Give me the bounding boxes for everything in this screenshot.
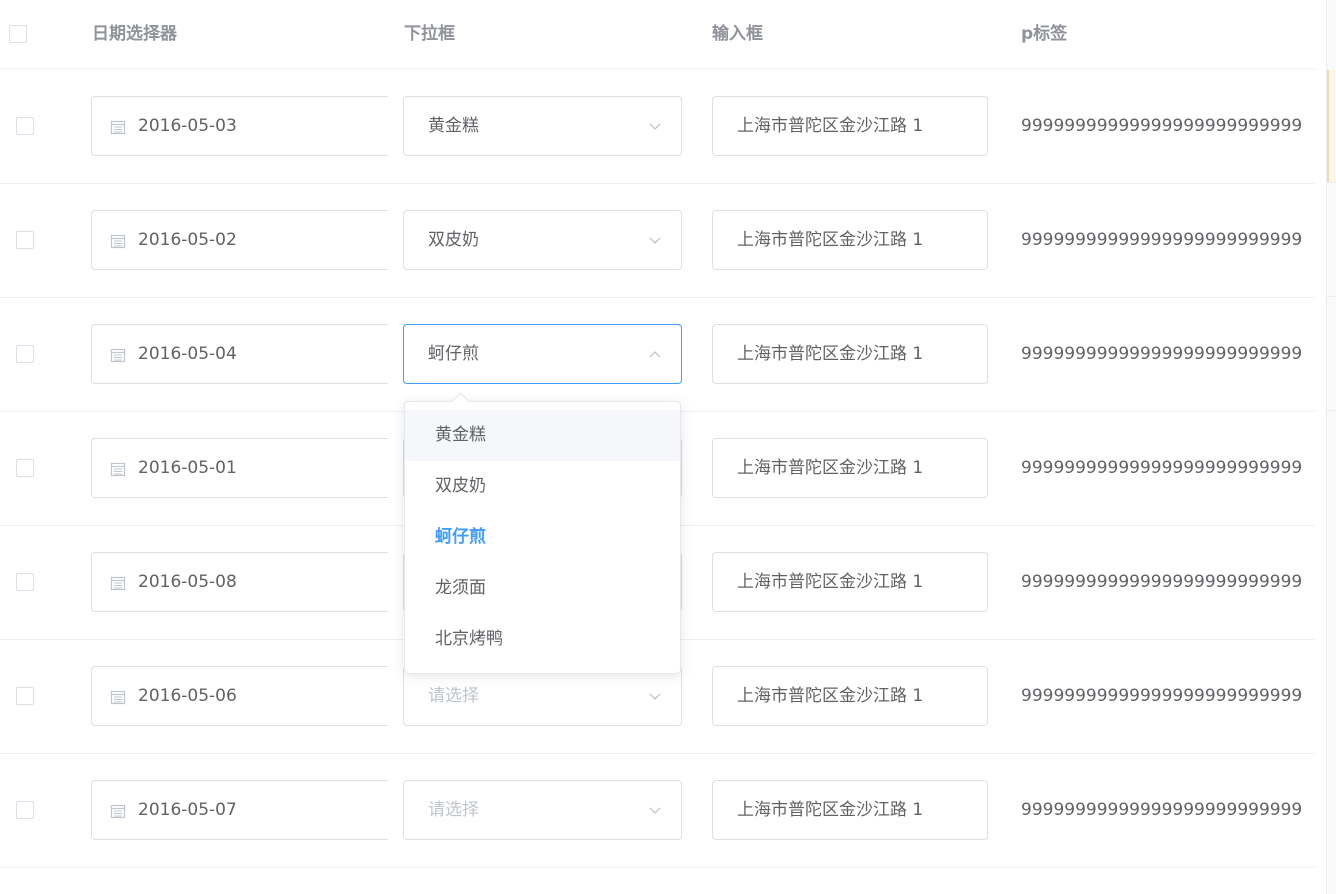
table-header: 日期选择器 下拉框 输入框 p标签	[0, 0, 1315, 69]
divider	[1327, 296, 1336, 297]
select-dropdown-menu: 黄金糕 双皮奶 蚵仔煎 龙须面 北京烤鸭	[404, 392, 681, 674]
chevron-down-icon	[649, 123, 661, 130]
dropdown-option[interactable]: 北京烤鸭	[405, 614, 680, 665]
header-input: 输入框	[712, 24, 763, 44]
dropdown-option[interactable]: 双皮奶	[405, 461, 680, 512]
calendar-icon	[110, 462, 126, 477]
date-value: 2016-05-04	[138, 344, 237, 364]
input-value: 上海市普陀区金沙江路 1	[737, 572, 924, 592]
input-value: 上海市普陀区金沙江路 1	[737, 344, 924, 364]
dropdown-select[interactable]: 双皮奶	[403, 210, 682, 270]
text-input[interactable]: 上海市普陀区金沙江路 1	[712, 210, 988, 270]
text-input[interactable]: 上海市普陀区金沙江路 1	[712, 780, 988, 840]
chevron-down-icon	[649, 807, 661, 814]
divider	[1327, 182, 1336, 183]
text-input[interactable]: 上海市普陀区金沙江路 1	[712, 96, 988, 156]
select-all-checkbox[interactable]	[9, 25, 27, 43]
date-value: 2016-05-02	[138, 230, 237, 250]
table-row: 2016-05-02 双皮奶 上海市普陀区金沙江路 1 999999999999…	[0, 183, 1315, 298]
select-value: 双皮奶	[428, 230, 479, 250]
input-value: 上海市普陀区金沙江路 1	[737, 458, 924, 478]
text-input[interactable]: 上海市普陀区金沙江路 1	[712, 666, 988, 726]
p-text: 99999999999999999999999999	[1021, 344, 1303, 364]
date-picker[interactable]: 2016-05-07	[91, 780, 388, 840]
header-select: 下拉框	[404, 24, 455, 44]
date-value: 2016-05-01	[138, 458, 237, 478]
row-checkbox[interactable]	[16, 231, 34, 249]
dropdown-select[interactable]: 黄金糕	[403, 96, 682, 156]
dropdown-select[interactable]: 请选择	[403, 666, 682, 726]
row-checkbox[interactable]	[16, 459, 34, 477]
text-input[interactable]: 上海市普陀区金沙江路 1	[712, 438, 988, 498]
text-input[interactable]: 上海市普陀区金沙江路 1	[712, 552, 988, 612]
date-value: 2016-05-08	[138, 572, 237, 592]
date-picker[interactable]: 2016-05-01	[91, 438, 388, 498]
dropdown-option[interactable]: 龙须面	[405, 563, 680, 614]
select-value: 黄金糕	[428, 116, 479, 136]
p-text: 99999999999999999999999999	[1021, 686, 1303, 706]
text-input[interactable]: 上海市普陀区金沙江路 1	[712, 324, 988, 384]
p-text: 99999999999999999999999999	[1021, 458, 1303, 478]
calendar-icon	[110, 804, 126, 819]
calendar-icon	[110, 576, 126, 591]
divider	[1327, 410, 1336, 411]
calendar-icon	[110, 690, 126, 705]
input-value: 上海市普陀区金沙江路 1	[737, 230, 924, 250]
select-placeholder: 请选择	[428, 800, 479, 820]
p-text: 99999999999999999999999999	[1021, 116, 1303, 136]
table-row: 2016-05-03 黄金糕 上海市普陀区金沙江路 1 999999999999…	[0, 69, 1315, 184]
row-checkbox[interactable]	[16, 687, 34, 705]
table-row: 2016-05-04 蚵仔煎 上海市普陀区金沙江路 1 999999999999…	[0, 297, 1315, 412]
side-panel-edge	[1326, 0, 1336, 894]
input-value: 上海市普陀区金沙江路 1	[737, 116, 924, 136]
dropdown-select-open[interactable]: 蚵仔煎	[403, 324, 682, 384]
date-value: 2016-05-03	[138, 116, 237, 136]
select-value: 蚵仔煎	[428, 344, 479, 364]
row-checkbox[interactable]	[16, 801, 34, 819]
date-value: 2016-05-06	[138, 686, 237, 706]
calendar-icon	[110, 120, 126, 135]
date-picker[interactable]: 2016-05-06	[91, 666, 388, 726]
header-p: p标签	[1021, 24, 1068, 44]
table-row: 2016-05-07 请选择 上海市普陀区金沙江路 1 999999999999…	[0, 753, 1315, 868]
row-highlight-marker	[1327, 70, 1336, 182]
select-placeholder: 请选择	[428, 686, 479, 706]
chevron-down-icon	[649, 693, 661, 700]
dropdown-option-selected[interactable]: 蚵仔煎	[405, 512, 680, 563]
date-picker[interactable]: 2016-05-04	[91, 324, 388, 384]
row-checkbox[interactable]	[16, 117, 34, 135]
chevron-up-icon	[649, 351, 661, 358]
header-date: 日期选择器	[92, 24, 177, 44]
date-picker[interactable]: 2016-05-08	[91, 552, 388, 612]
row-checkbox[interactable]	[16, 345, 34, 363]
p-text: 99999999999999999999999999	[1021, 230, 1303, 250]
row-checkbox[interactable]	[16, 573, 34, 591]
input-value: 上海市普陀区金沙江路 1	[737, 686, 924, 706]
date-picker[interactable]: 2016-05-03	[91, 96, 388, 156]
date-value: 2016-05-07	[138, 800, 237, 820]
input-value: 上海市普陀区金沙江路 1	[737, 800, 924, 820]
date-picker[interactable]: 2016-05-02	[91, 210, 388, 270]
dropdown-select[interactable]: 请选择	[403, 780, 682, 840]
chevron-down-icon	[649, 237, 661, 244]
dropdown-option[interactable]: 黄金糕	[405, 410, 680, 461]
calendar-icon	[110, 348, 126, 363]
p-text: 99999999999999999999999999	[1021, 800, 1303, 820]
calendar-icon	[110, 234, 126, 249]
p-text: 99999999999999999999999999	[1021, 572, 1303, 592]
